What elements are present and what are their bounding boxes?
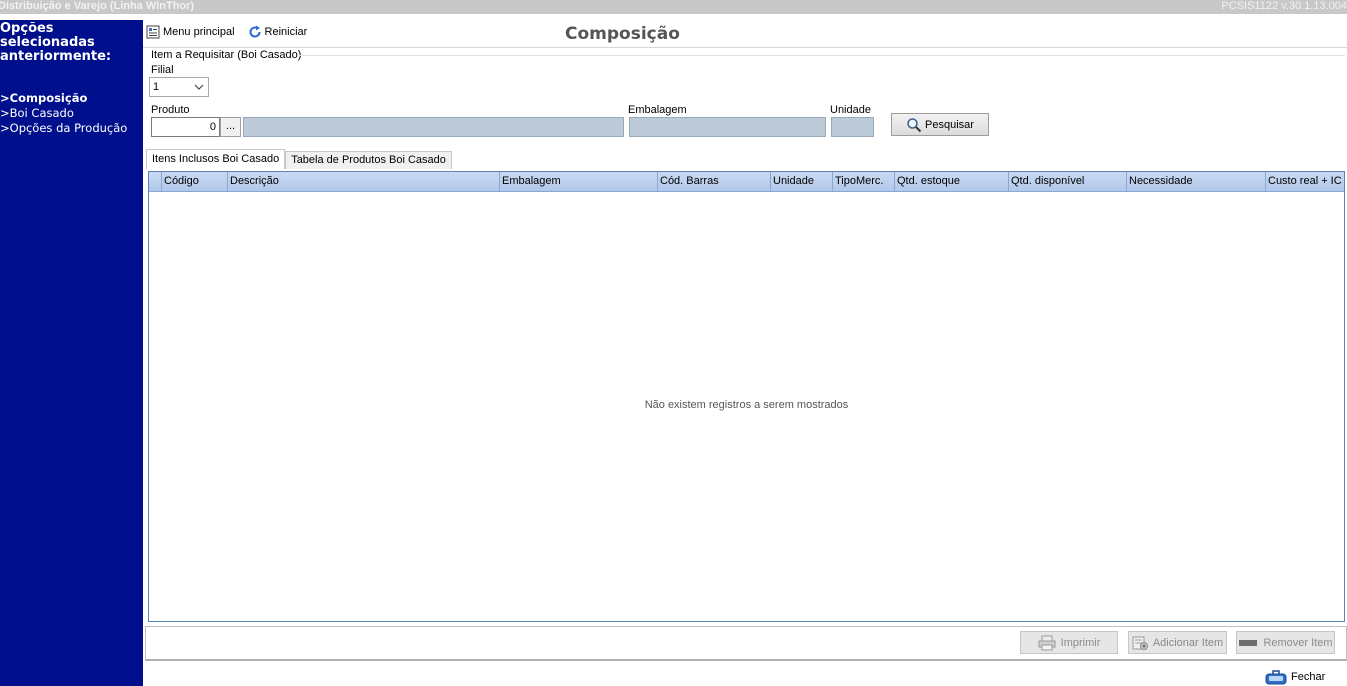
fechar-label: Fechar — [1291, 671, 1326, 683]
sidebar-item-composicao[interactable]: >Composição — [0, 91, 143, 106]
sidebar-items: >Composição >Boi Casado >Opções da Produ… — [0, 91, 143, 136]
tab-bar: Itens Inclusos Boi Casado Tabela de Prod… — [146, 149, 452, 169]
grid-header: Código Descrição Embalagem Cód. Barras U… — [149, 172, 1344, 192]
embalagem-field — [629, 117, 826, 137]
main-panel: Menu principal Reiniciar Composição Item… — [143, 20, 1347, 686]
filial-label: Filial — [151, 64, 174, 76]
filial-select[interactable]: 1 — [149, 77, 209, 97]
fechar-button[interactable]: Fechar — [1265, 669, 1325, 685]
reiniciar-button[interactable]: Reiniciar — [248, 25, 308, 39]
refresh-icon — [249, 25, 261, 38]
unidade-field — [831, 117, 874, 137]
items-grid[interactable]: Código Descrição Embalagem Cód. Barras U… — [148, 171, 1345, 622]
action-panel: Imprimir Adicionar Item Remover Item — [145, 626, 1347, 661]
search-icon — [907, 117, 922, 132]
column-header-tipo-merc[interactable]: TipoMerc. — [833, 172, 895, 191]
pesquisar-button[interactable]: Pesquisar — [891, 113, 989, 136]
minus-icon — [1239, 639, 1258, 646]
column-header-cod-barras[interactable]: Cód. Barras — [658, 172, 771, 191]
produto-code-input[interactable]: 0 — [151, 117, 220, 137]
produto-description-field — [243, 117, 624, 137]
unidade-label: Unidade — [830, 104, 871, 116]
sidebar-heading: Opções selecionadas anteriormente: — [0, 21, 112, 64]
menu-principal-label: Menu principal — [163, 26, 235, 38]
sidebar-item-opcoes-producao[interactable]: >Opções da Produção — [0, 121, 143, 136]
divider — [299, 55, 1345, 56]
adicionar-item-label: Adicionar Item — [1152, 636, 1224, 649]
column-header-necessidade[interactable]: Necessidade — [1127, 172, 1266, 191]
add-item-icon — [1132, 636, 1148, 650]
imprimir-button[interactable]: Imprimir — [1020, 631, 1118, 654]
imprimir-label: Imprimir — [1060, 636, 1101, 649]
tab-tabela-produtos[interactable]: Tabela de Produtos Boi Casado — [285, 151, 452, 169]
grid-empty-message: Não existem registros a serem mostrados — [644, 399, 849, 411]
adicionar-item-button[interactable]: Adicionar Item — [1128, 631, 1227, 654]
window-title: Distribuição e Varejo (Linha WinThor) — [0, 0, 195, 12]
produto-lookup-button[interactable]: ... — [220, 117, 241, 137]
group-label: Item a Requisitar (Boi Casado) — [151, 49, 302, 61]
produto-label: Produto — [151, 104, 190, 116]
column-header-qtd-estoque[interactable]: Qtd. estoque — [895, 172, 1009, 191]
version-label: PCSIS1122 v.30.1.13.004 — [1221, 0, 1347, 12]
remover-item-button[interactable]: Remover Item — [1236, 631, 1335, 654]
exit-icon — [1265, 670, 1287, 685]
column-header-codigo[interactable]: Código — [162, 172, 228, 191]
printer-icon — [1038, 635, 1056, 650]
embalagem-label: Embalagem — [628, 104, 687, 116]
column-header-custo-real[interactable]: Custo real + IC — [1266, 172, 1342, 191]
row-indicator-header — [149, 172, 162, 191]
chevron-down-icon — [194, 84, 204, 90]
toolbar: Menu principal Reiniciar — [143, 20, 317, 44]
column-header-qtd-disponivel[interactable]: Qtd. disponível — [1009, 172, 1127, 191]
column-header-embalagem[interactable]: Embalagem — [500, 172, 658, 191]
column-header-descricao[interactable]: Descrição — [228, 172, 500, 191]
tab-itens-inclusos[interactable]: Itens Inclusos Boi Casado — [146, 149, 286, 169]
remover-item-label: Remover Item — [1263, 636, 1333, 649]
page-title: Composição — [565, 24, 680, 44]
reiniciar-label: Reiniciar — [264, 26, 308, 38]
window-titlebar: Distribuição e Varejo (Linha WinThor) PC… — [0, 0, 1347, 14]
menu-icon — [146, 25, 160, 39]
column-header-unidade[interactable]: Unidade — [771, 172, 833, 191]
pesquisar-label: Pesquisar — [925, 118, 974, 131]
sidebar-item-boi-casado[interactable]: >Boi Casado — [0, 106, 143, 121]
sidebar: Opções selecionadas anteriormente: >Comp… — [0, 20, 143, 686]
filial-value: 1 — [153, 81, 160, 93]
divider — [143, 47, 1347, 48]
menu-principal-button[interactable]: Menu principal — [146, 25, 235, 39]
